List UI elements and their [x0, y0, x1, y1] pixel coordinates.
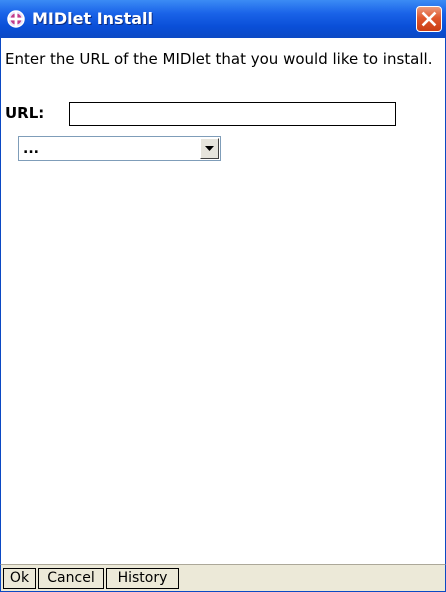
chevron-down-icon — [205, 146, 214, 151]
history-dropdown-value: ... — [23, 141, 39, 157]
url-input[interactable] — [69, 102, 396, 126]
close-icon — [421, 11, 437, 27]
form-content: Enter the URL of the MIDlet that you wou… — [0, 38, 446, 564]
dropdown-arrow-button[interactable] — [200, 138, 219, 159]
url-label: URL: — [5, 104, 45, 122]
command-bar: Ok Cancel History — [0, 564, 446, 592]
midlet-app-icon — [6, 9, 26, 29]
window-title: MIDlet Install — [32, 9, 153, 28]
title-bar[interactable]: MIDlet Install — [0, 0, 446, 38]
history-dropdown[interactable]: ... — [18, 136, 221, 161]
close-button[interactable] — [416, 6, 442, 32]
history-button[interactable]: History — [106, 568, 179, 589]
ok-button[interactable]: Ok — [3, 568, 36, 589]
install-prompt: Enter the URL of the MIDlet that you wou… — [5, 50, 433, 68]
midlet-install-window: MIDlet Install Enter the URL of the MIDl… — [0, 0, 446, 592]
cancel-button[interactable]: Cancel — [38, 568, 104, 589]
